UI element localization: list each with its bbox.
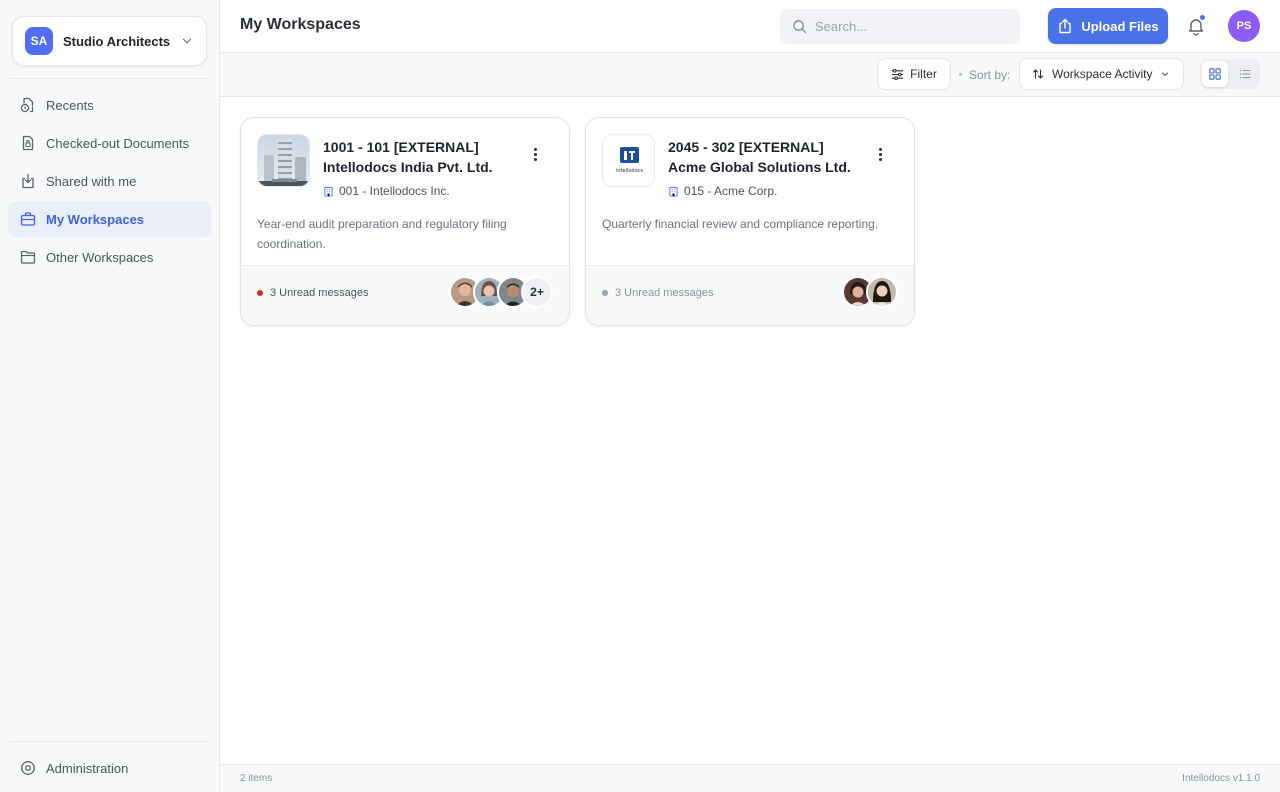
search-icon: [793, 20, 807, 34]
sidebar-item-other-workspaces[interactable]: Other Workspaces: [8, 239, 211, 275]
upload-files-label: Upload Files: [1081, 18, 1159, 34]
kebab-dot: [878, 152, 882, 156]
upload-files-button[interactable]: Upload Files: [1048, 8, 1168, 44]
sort-value: Workspace Activity: [1052, 67, 1153, 81]
workspace-title: 1001 - 101 [EXTERNAL] Intellodocs India …: [323, 137, 513, 177]
notifications-button[interactable]: [1186, 14, 1206, 36]
workspace-card[interactable]: intellodocs 2045 - 302 [EXTERNAL] Acme G…: [585, 117, 915, 326]
kebab-dot: [533, 147, 537, 151]
status-bar: 2 items Intellodocs v1.1.0: [220, 764, 1280, 792]
sort-arrows-icon: [1032, 69, 1044, 79]
sidebar-item-recents[interactable]: Recents: [8, 87, 211, 123]
workspace-title-line2: Acme Global Solutions Ltd.: [668, 159, 851, 175]
sidebar-item-administration[interactable]: Administration: [8, 750, 211, 786]
member-avatars[interactable]: [842, 276, 898, 308]
shared-icon: [20, 173, 36, 189]
workspace-title: 2045 - 302 [EXTERNAL] Acme Global Soluti…: [668, 137, 858, 177]
client-label: 015 - Acme Corp.: [684, 184, 778, 198]
user-avatar[interactable]: PS: [1228, 10, 1260, 42]
separator-dot: [959, 73, 962, 76]
sidebar-divider: [10, 741, 208, 742]
unread-messages[interactable]: 3 Unread messages: [602, 287, 713, 299]
kebab-dot: [533, 157, 537, 161]
item-count: 2 items: [240, 773, 273, 784]
view-toggle: [1200, 59, 1260, 89]
sidebar-item-label: My Workspaces: [46, 211, 145, 227]
notification-dot: [1199, 14, 1206, 21]
avatar: [866, 276, 898, 308]
workspace-client: 015 - Acme Corp.: [668, 184, 777, 198]
filter-sliders-icon: [892, 68, 904, 80]
grid-view-button[interactable]: [1202, 61, 1228, 87]
search-box: [780, 9, 1020, 44]
more-options-button[interactable]: [527, 144, 543, 164]
grid-icon: [1209, 68, 1221, 80]
kebab-dot: [878, 147, 882, 151]
top-header: My Workspaces Upload Files PS: [220, 0, 1280, 53]
workspace-logo: intellodocs: [602, 134, 655, 187]
gear-icon: [20, 760, 36, 776]
chevron-down-icon: [182, 38, 192, 44]
briefcase-icon: [20, 211, 36, 227]
sidebar-item-shared-with-me[interactable]: Shared with me: [8, 163, 211, 199]
org-avatar: SA: [25, 27, 53, 55]
filter-label: Filter: [910, 67, 937, 81]
unread-label: 3 Unread messages: [270, 287, 369, 299]
client-label: 001 - Intellodocs Inc.: [339, 184, 450, 198]
list-view-button[interactable]: [1232, 61, 1258, 87]
more-members-count: 2+: [521, 276, 553, 308]
org-name: Studio Architects: [63, 33, 171, 49]
sidebar-item-label: Recents: [46, 97, 94, 113]
workspace-description: Quarterly financial review and complianc…: [602, 217, 879, 231]
sidebar-item-my-workspaces[interactable]: My Workspaces: [8, 201, 211, 237]
recents-icon: [20, 97, 36, 113]
workspace-description: Year-end audit preparation and regulator…: [257, 217, 507, 251]
card-footer: 3 Unread messages 2+: [241, 265, 569, 325]
sidebar-divider: [10, 78, 208, 79]
filter-button[interactable]: Filter: [877, 58, 951, 90]
sidebar-nav: Recents Checked-out Documents Shared wit…: [8, 87, 211, 277]
sort-label: Sort by:: [969, 68, 1011, 82]
building-icon: [324, 186, 333, 197]
workspace-client: 001 - Intellodocs Inc.: [323, 184, 450, 198]
logo-text: intellodocs: [616, 168, 643, 174]
upload-icon: [1059, 18, 1072, 34]
workspace-title-line2: Intellodocs India Pvt. Ltd.: [323, 159, 493, 175]
toolbar: Filter Sort by: Workspace Activity: [220, 53, 1280, 97]
unread-messages[interactable]: 3 Unread messages: [257, 287, 368, 299]
list-icon: [1239, 69, 1251, 79]
unread-indicator-dot: [257, 290, 263, 296]
sidebar-item-label: Shared with me: [46, 173, 137, 189]
workspace-thumbnail: [257, 134, 310, 187]
card-footer: 3 Unread messages: [586, 265, 914, 325]
kebab-dot: [878, 157, 882, 161]
unread-indicator-dot: [602, 290, 608, 296]
app-version: Intellodocs v1.1.0: [1182, 773, 1260, 784]
chevron-down-icon: [1162, 72, 1169, 77]
unread-label: 3 Unread messages: [615, 287, 714, 299]
workspace-title-line1: 2045 - 302 [EXTERNAL]: [668, 139, 824, 155]
member-avatars[interactable]: 2+: [449, 276, 553, 308]
checked-out-document-icon: [20, 135, 36, 151]
sidebar: SA Studio Architects Recents Checked-out…: [0, 0, 220, 792]
sidebar-item-label: Checked-out Documents: [46, 135, 190, 151]
folder-icon: [20, 249, 36, 265]
search-input[interactable]: [815, 19, 1005, 34]
workspace-card[interactable]: 1001 - 101 [EXTERNAL] Intellodocs India …: [240, 117, 570, 326]
sort-dropdown[interactable]: Workspace Activity: [1019, 58, 1184, 90]
sidebar-item-checked-out-documents[interactable]: Checked-out Documents: [8, 125, 211, 161]
building-icon: [669, 186, 678, 197]
sidebar-item-label: Other Workspaces: [46, 249, 154, 265]
kebab-dot: [533, 152, 537, 156]
more-options-button[interactable]: [872, 144, 888, 164]
workspace-title-line1: 1001 - 101 [EXTERNAL]: [323, 139, 479, 155]
organization-switcher[interactable]: SA Studio Architects: [12, 16, 207, 66]
admin-label: Administration: [46, 760, 129, 776]
page-title: My Workspaces: [240, 16, 361, 33]
